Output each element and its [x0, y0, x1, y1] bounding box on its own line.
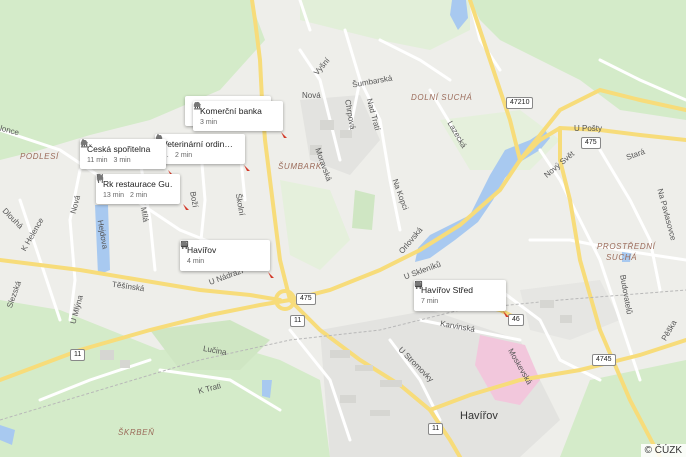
car-icon	[80, 140, 88, 145]
poi-card-veterinarni[interactable]: Veterinární ordin… … 2 min	[155, 134, 245, 164]
poi-name: Havířov Střed	[421, 285, 473, 295]
road-shield: 11	[428, 423, 444, 435]
poi-pointer-icon	[281, 132, 287, 138]
car-icon	[180, 241, 188, 246]
poi-name: Veterinární ordin…	[162, 139, 233, 149]
poi-card-ceska-sporitelna[interactable]: Česká spořitelna 11 min 3 min	[80, 139, 166, 169]
poi-pointer-icon	[244, 165, 250, 171]
poi-drive-time: 2 min	[130, 192, 148, 199]
poi-name: Komerční banka	[200, 106, 262, 116]
poi-drive-time: 3 min	[200, 119, 218, 126]
road-shield: 11	[290, 315, 306, 327]
poi-card-komercni-banka[interactable]: Komerční banka 3 min	[193, 101, 283, 131]
poi-card-rk-restaurace[interactable]: Rk restaurace Gu… 13 min 2 min	[96, 174, 180, 204]
road-shield: 475	[581, 137, 601, 149]
poi-drive-time: 7 min	[421, 298, 439, 305]
map-background	[0, 0, 686, 457]
map-copyright: © ČÚZK	[640, 444, 686, 457]
poi-pointer-icon	[268, 272, 274, 278]
poi-card-havirov-stred[interactable]: Havířov Střed 7 min	[414, 280, 506, 311]
road-shield: 475	[296, 293, 316, 305]
car-icon	[96, 175, 104, 180]
poi-pointer-icon	[503, 311, 509, 317]
poi-name: Havířov	[187, 245, 217, 255]
road-shield: 47210	[506, 97, 534, 109]
road-shield: 11	[70, 349, 86, 361]
poi-card-havirov[interactable]: Havířov 4 min	[180, 240, 270, 271]
poi-name: Rk restaurace Gu…	[103, 179, 173, 189]
poi-walk-time: 11 min	[87, 157, 108, 164]
car-icon	[414, 281, 422, 286]
poi-drive-time: 2 min	[175, 152, 193, 159]
map-canvas[interactable]: Vyšní Šumbarská Nová Chrpová Nad Tratí M…	[0, 0, 686, 457]
poi-pointer-icon	[183, 204, 189, 210]
road-shield: 46	[508, 314, 524, 326]
road-shield: 4745	[592, 354, 616, 366]
poi-name: Česká spořitelna	[87, 144, 151, 154]
poi-drive-time: 3 min	[113, 157, 131, 164]
car-icon	[193, 102, 201, 107]
poi-drive-time: 4 min	[187, 258, 205, 265]
poi-walk-time: 13 min	[103, 192, 125, 199]
